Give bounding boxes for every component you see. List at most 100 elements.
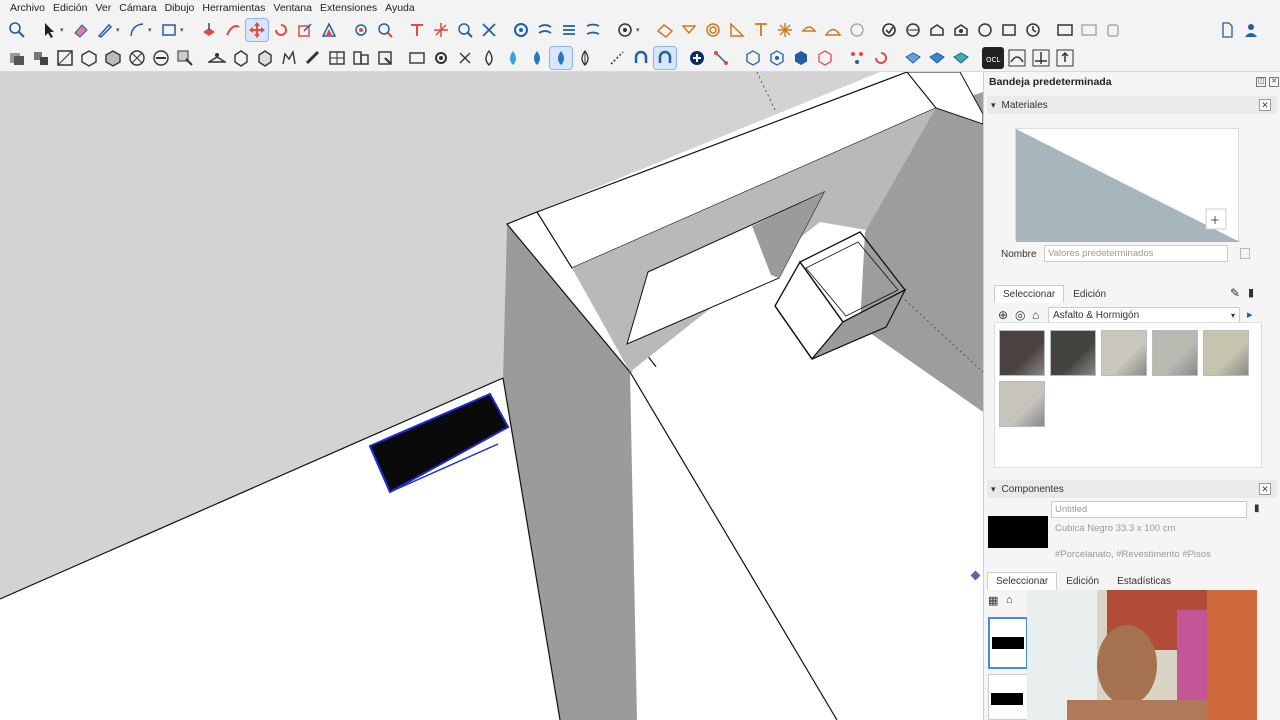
close-icon[interactable]: ✕ xyxy=(1259,483,1271,495)
menu-ventana[interactable]: Ventana xyxy=(269,0,316,16)
material-swatch[interactable] xyxy=(999,330,1045,376)
sandbox-icon[interactable] xyxy=(654,19,676,41)
grid-teal-icon[interactable] xyxy=(950,47,972,69)
menu-camara[interactable]: Cámara xyxy=(115,0,160,16)
material-swatch[interactable] xyxy=(1050,330,1096,376)
pencil-icon[interactable] xyxy=(94,19,116,41)
hex-fill-icon[interactable] xyxy=(790,47,812,69)
folder-icon[interactable] xyxy=(406,47,428,69)
axes-icon[interactable] xyxy=(430,19,452,41)
component-item[interactable] xyxy=(988,674,1028,720)
outliner-icon[interactable] xyxy=(974,19,996,41)
wireframe-icon[interactable] xyxy=(206,47,228,69)
components-header[interactable]: ▾ Componentes ✕ xyxy=(987,480,1277,498)
caret-icon[interactable]: ▾ xyxy=(636,26,644,34)
component-name-field[interactable]: Untitled xyxy=(1051,501,1247,518)
magnet-active-icon[interactable] xyxy=(653,45,677,70)
view-options-icon[interactable]: ▦ xyxy=(988,594,998,607)
export-icon[interactable] xyxy=(1054,47,1076,69)
fog-icon[interactable] xyxy=(1078,19,1100,41)
offset-icon[interactable] xyxy=(318,19,340,41)
section-plane-icon[interactable] xyxy=(478,19,500,41)
hex-dot-icon[interactable] xyxy=(766,47,788,69)
materials-icon[interactable] xyxy=(998,19,1020,41)
tray-close-icon[interactable]: ✕ xyxy=(1269,77,1279,87)
menu-ver[interactable]: Ver xyxy=(91,0,115,16)
caret-icon[interactable]: ▾ xyxy=(60,26,68,34)
home-icon[interactable]: ⌂ xyxy=(1032,308,1039,322)
arc-icon[interactable] xyxy=(126,19,148,41)
paint-bucket-icon[interactable] xyxy=(510,19,532,41)
walk-icon[interactable] xyxy=(582,19,604,41)
menu-extensiones[interactable]: Extensiones xyxy=(316,0,381,16)
rotate-red-icon[interactable] xyxy=(870,47,892,69)
material-name-field[interactable]: Valores predeterminados xyxy=(1044,245,1228,262)
move-icon[interactable] xyxy=(245,18,269,42)
copy-icon[interactable] xyxy=(1240,248,1250,259)
textured-icon[interactable] xyxy=(278,47,300,69)
pan-icon[interactable] xyxy=(558,19,580,41)
components-icon[interactable] xyxy=(702,19,724,41)
points-red-icon[interactable] xyxy=(846,47,868,69)
layers-icon[interactable] xyxy=(750,19,772,41)
material-swatch[interactable] xyxy=(1203,330,1249,376)
views-left-icon[interactable] xyxy=(150,47,172,69)
extension-icon[interactable] xyxy=(846,19,868,41)
section-planes-icon[interactable] xyxy=(326,47,348,69)
scenes-icon[interactable] xyxy=(798,19,820,41)
home-icon[interactable]: ⌂ xyxy=(1006,594,1013,606)
curve-tool-icon[interactable] xyxy=(1006,47,1028,69)
menu-dibujo[interactable]: Dibujo xyxy=(161,0,199,16)
menu-edicion[interactable]: Edición xyxy=(49,0,91,16)
close-icon[interactable]: ✕ xyxy=(1259,99,1271,111)
new-file-icon[interactable] xyxy=(1216,19,1238,41)
snap-icon[interactable] xyxy=(950,19,972,41)
account-icon[interactable] xyxy=(1240,19,1262,41)
warehouse-icon[interactable] xyxy=(726,19,748,41)
select-icon[interactable] xyxy=(38,19,60,41)
monochrome-icon[interactable] xyxy=(1102,19,1124,41)
connect-points-icon[interactable] xyxy=(710,47,732,69)
magnet-icon[interactable] xyxy=(630,47,652,69)
xray-icon[interactable] xyxy=(54,47,76,69)
dotted-line-icon[interactable] xyxy=(606,47,628,69)
drop-active-icon[interactable] xyxy=(549,45,573,70)
hex-red-icon[interactable] xyxy=(814,47,836,69)
tab-seleccionar[interactable]: Seleccionar xyxy=(994,285,1065,303)
soap-bubble-icon[interactable] xyxy=(822,19,844,41)
hex-outline-icon[interactable] xyxy=(742,47,764,69)
look-around-icon[interactable] xyxy=(614,19,636,41)
monochrome-view-icon[interactable] xyxy=(302,47,324,69)
settings-icon[interactable] xyxy=(430,47,452,69)
axes-tool-icon[interactable] xyxy=(1030,47,1052,69)
eyedropper-icon[interactable]: ✎ xyxy=(1230,286,1240,300)
geo-icon[interactable] xyxy=(878,19,900,41)
add-circle-icon[interactable] xyxy=(686,47,708,69)
material-swatch[interactable] xyxy=(1152,330,1198,376)
section-display-icon[interactable] xyxy=(374,47,396,69)
drop-outline-icon[interactable] xyxy=(478,47,500,69)
menu-herramientas[interactable]: Herramientas xyxy=(198,0,269,16)
solid-tools-icon[interactable] xyxy=(678,19,700,41)
section-cuts-icon[interactable] xyxy=(350,47,372,69)
drop-split-icon[interactable] xyxy=(574,47,596,69)
menu-archivo[interactable]: Archivo xyxy=(6,0,49,16)
shaded-icon[interactable] xyxy=(254,47,276,69)
zoom-icon[interactable] xyxy=(6,19,28,41)
follow-me-icon[interactable] xyxy=(222,19,244,41)
photo-match-icon[interactable] xyxy=(902,19,924,41)
component-item-selected[interactable] xyxy=(988,617,1028,669)
ocl-icon[interactable]: OCL xyxy=(982,46,1004,69)
menu-ayuda[interactable]: Ayuda xyxy=(381,0,419,16)
tab-seleccionar[interactable]: Seleccionar xyxy=(987,572,1058,590)
caret-icon[interactable]: ▾ xyxy=(116,26,124,34)
views-iso-icon[interactable] xyxy=(6,47,28,69)
model-viewport[interactable] xyxy=(0,72,983,720)
tape-measure-icon[interactable] xyxy=(350,19,372,41)
close-icon[interactable] xyxy=(454,47,476,69)
views-top-icon[interactable] xyxy=(30,47,52,69)
rectangle-icon[interactable] xyxy=(158,19,180,41)
material-swatch[interactable] xyxy=(1101,330,1147,376)
details-icon[interactable]: ▸ xyxy=(1247,308,1253,321)
tab-edicion[interactable]: Edición xyxy=(1064,285,1115,303)
